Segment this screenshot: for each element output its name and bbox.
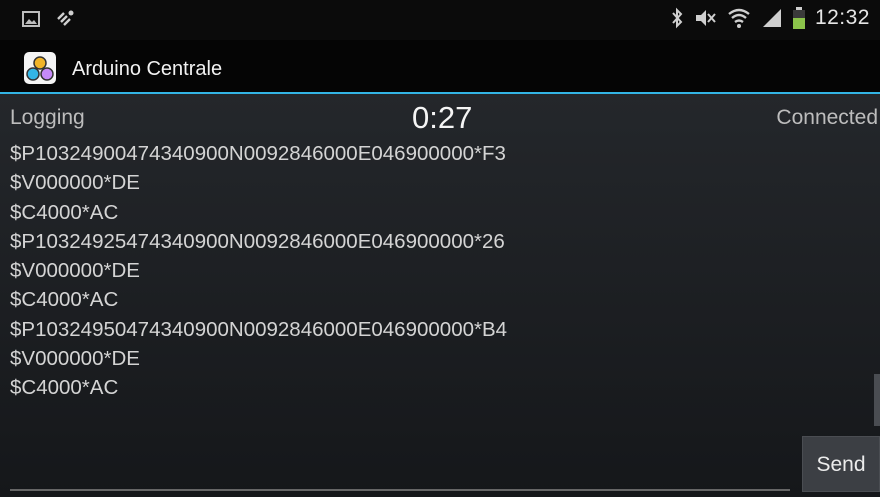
app-title: Arduino Centrale xyxy=(72,58,223,80)
log-line: $C4000*AC xyxy=(10,200,119,224)
log-line: $P10324900474340900N0092846000E046900000… xyxy=(10,142,506,165)
connection-status: Connected xyxy=(776,106,878,129)
bluetooth-icon xyxy=(671,7,683,29)
status-bar-system: 12:32 xyxy=(671,6,870,30)
wifi-icon xyxy=(727,7,751,29)
gallery-icon xyxy=(22,11,40,27)
send-button[interactable]: Send xyxy=(802,436,880,492)
main-content: Logging 0:27 Connected $P103249004743409… xyxy=(0,94,880,497)
log-line: $V000000*DE xyxy=(10,259,140,283)
arduino-centrale-app-icon[interactable] xyxy=(24,52,56,84)
state-label: Logging xyxy=(10,106,85,129)
mute-icon xyxy=(693,7,717,29)
log-line: $C4000*AC xyxy=(10,376,119,400)
status-bar: 12:32 xyxy=(0,0,880,40)
log-line: $V000000*DE xyxy=(10,171,140,195)
battery-icon xyxy=(792,7,805,29)
log-line: $P10324925474340900N0092846000E046900000… xyxy=(10,229,505,253)
usb-debug-icon xyxy=(54,9,76,29)
command-input[interactable] xyxy=(10,489,790,491)
log-line: $V000000*DE xyxy=(10,347,140,371)
log-line: $C4000*AC xyxy=(10,288,119,312)
log-line: $P10324950474340900N0092846000E046900000… xyxy=(10,317,508,341)
scrollbar-thumb[interactable] xyxy=(874,374,880,426)
clock: 12:32 xyxy=(814,6,870,29)
action-bar: Arduino Centrale xyxy=(0,40,880,92)
log-output: $P10324900474340900N0092846000E046900000… xyxy=(10,139,810,403)
timer: 0:27 xyxy=(412,100,473,135)
signal-icon xyxy=(761,7,783,29)
status-bar-notifications xyxy=(22,9,76,29)
